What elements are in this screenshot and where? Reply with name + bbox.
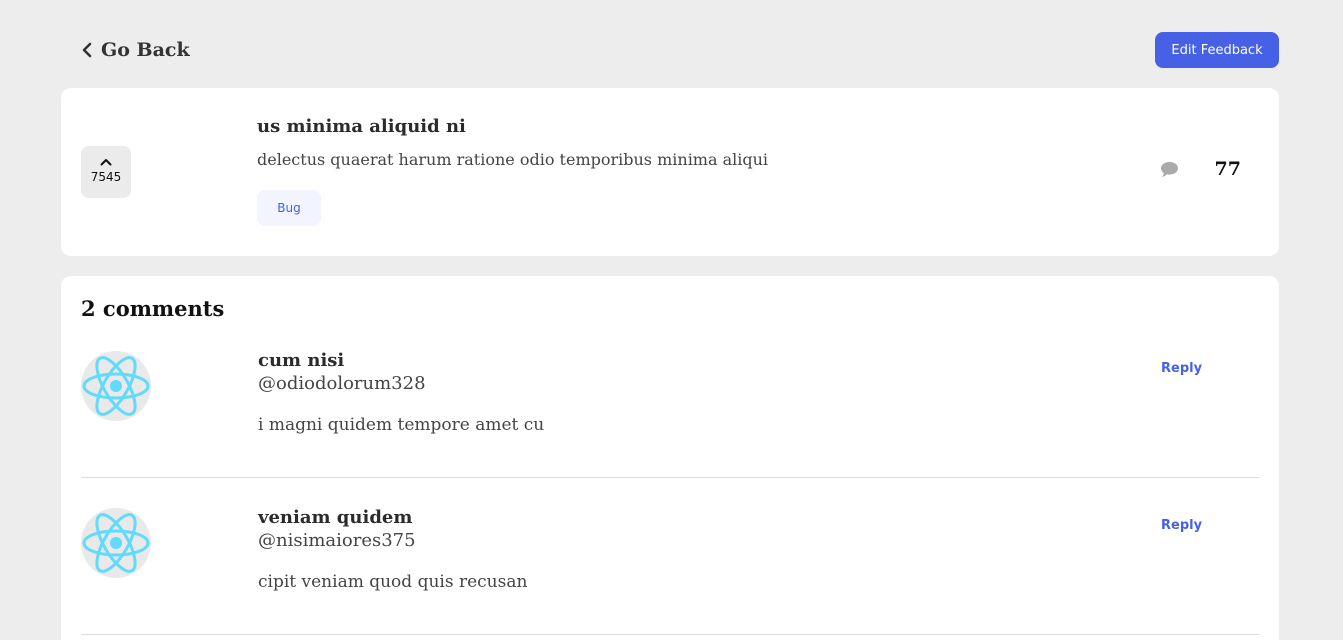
go-back-link[interactable]: Go Back: [81, 32, 190, 68]
comment-text: cipit veniam quod quis recusan: [258, 572, 528, 592]
upvote-count: 7545: [90, 170, 122, 184]
edit-feedback-button[interactable]: Edit Feedback: [1155, 32, 1279, 68]
react-logo-icon: [81, 351, 151, 421]
reply-button[interactable]: Reply: [1161, 361, 1202, 376]
avatar: [81, 351, 151, 421]
chevron-left-icon: [81, 42, 93, 58]
comment-count-group: 77: [1160, 158, 1241, 180]
upvote-button[interactable]: 7545: [81, 146, 131, 198]
comment-author-name: veniam quidem: [258, 507, 413, 528]
feedback-description: delectus quaerat harum ratione odio temp…: [257, 150, 769, 169]
comment-author-username: @odiodolorum328: [258, 373, 426, 394]
top-bar: Go Back Edit Feedback: [81, 32, 1279, 68]
comment-author-name: cum nisi: [258, 350, 345, 371]
comment-author-username: @nisimaiores375: [258, 530, 416, 551]
comments-heading: 2 comments: [81, 296, 225, 321]
go-back-label: Go Back: [101, 39, 190, 61]
feedback-card: 7545 us minima aliquid ni delectus quaer…: [61, 88, 1279, 256]
react-logo-icon: [81, 508, 151, 578]
avatar: [81, 508, 151, 578]
comment-item: cum nisi @odiodolorum328 i magni quidem …: [81, 320, 1259, 478]
comment-item: veniam quidem @nisimaiores375 cipit veni…: [81, 477, 1259, 635]
feedback-title: us minima aliquid ni: [257, 116, 466, 137]
reply-button[interactable]: Reply: [1161, 518, 1202, 533]
comments-card: 2 comments cum nisi @odiodolorum328 i ma…: [61, 276, 1279, 640]
comment-text: i magni quidem tempore amet cu: [258, 415, 545, 435]
speech-bubble-icon: [1160, 161, 1179, 178]
comment-count: 77: [1214, 158, 1241, 180]
chevron-up-icon: [100, 146, 112, 166]
category-tag[interactable]: Bug: [257, 190, 321, 226]
